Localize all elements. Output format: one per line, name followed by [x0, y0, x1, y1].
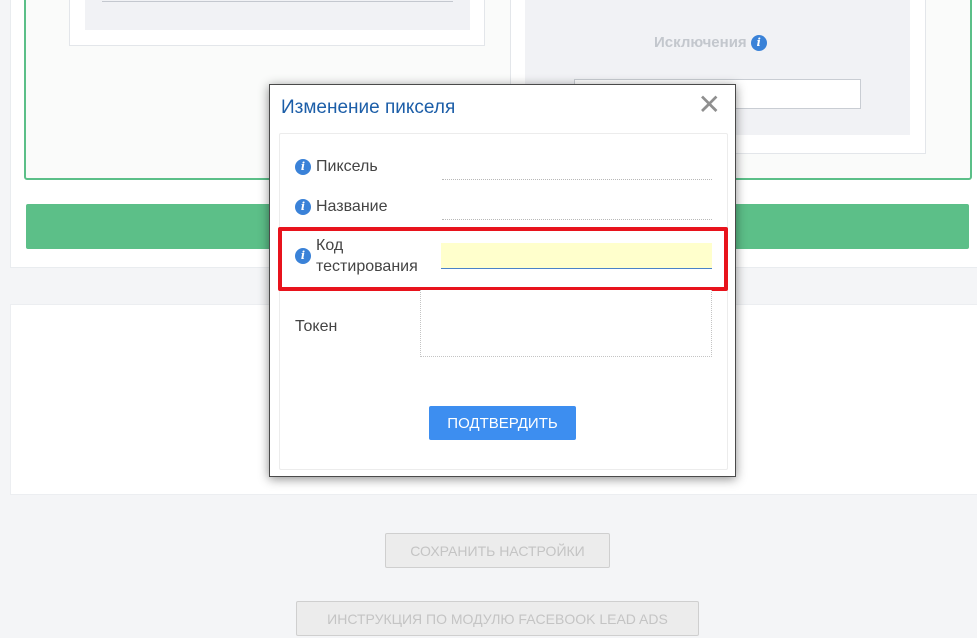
left-settings-card-body: [85, 0, 470, 30]
facebook-lead-ads-guide-button[interactable]: ИНСТРУКЦИЯ ПО МОДУЛЮ FACEBOOK LEAD ADS: [296, 601, 699, 636]
highlight-annotation: [278, 227, 728, 291]
confirm-button[interactable]: ПОДТВЕРДИТЬ: [429, 406, 576, 440]
info-icon[interactable]: i: [295, 199, 311, 215]
close-icon[interactable]: ✕: [698, 89, 721, 121]
pixel-field-label: i Пиксель: [295, 158, 378, 176]
pixel-label: Пиксель: [316, 158, 378, 175]
left-settings-input[interactable]: [102, 0, 453, 2]
name-label: Название: [316, 198, 388, 215]
info-icon[interactable]: i: [295, 159, 311, 175]
pixel-input[interactable]: [442, 156, 712, 180]
token-field-label: Токен: [295, 318, 337, 336]
token-label: Токен: [295, 318, 338, 335]
save-settings-button[interactable]: СОХРАНИТЬ НАСТРОЙКИ: [385, 533, 610, 568]
modal-title: Изменение пикселя: [281, 97, 456, 118]
exclusions-label: Исключения: [654, 34, 747, 51]
exclusions-heading: Исключения i: [654, 34, 784, 51]
token-textarea[interactable]: [420, 290, 712, 357]
name-field-label: i Название: [295, 198, 388, 216]
info-icon[interactable]: i: [750, 34, 767, 51]
name-input[interactable]: [442, 196, 712, 220]
